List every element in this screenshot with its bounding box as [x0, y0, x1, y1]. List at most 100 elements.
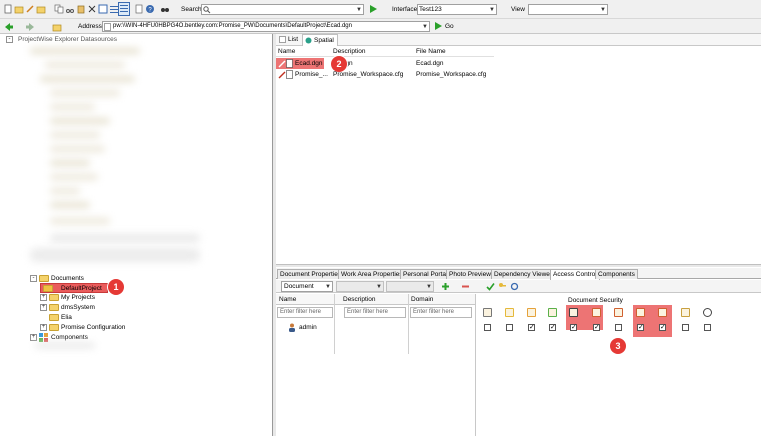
- tree-item-elia[interactable]: Elia: [40, 313, 140, 322]
- go-arrow-icon[interactable]: [433, 21, 443, 31]
- apply-check-icon[interactable]: [486, 282, 495, 291]
- name-filter-input[interactable]: Enter filter here: [277, 307, 333, 318]
- chevron-down-icon[interactable]: ▼: [325, 283, 331, 291]
- up-folder-icon[interactable]: [52, 22, 62, 32]
- permission-checkbox[interactable]: ✓: [659, 324, 666, 331]
- tree-item-dms-system[interactable]: + dmsSystem: [40, 303, 140, 312]
- blurred-tree-item: [40, 76, 135, 82]
- tab-list[interactable]: List: [288, 35, 298, 44]
- paste-icon[interactable]: [76, 4, 86, 14]
- dgn-file-icon: [286, 59, 293, 68]
- permission-checkbox[interactable]: [506, 324, 513, 331]
- no-access-icon: [703, 308, 712, 317]
- copy-icon[interactable]: [54, 4, 64, 14]
- main-toolbar: ? Search ▼ Interface Test123 ▼ View ▼: [0, 0, 761, 19]
- list-view-icon[interactable]: [118, 2, 130, 16]
- back-arrow-icon[interactable]: [4, 22, 14, 32]
- address-input[interactable]: pw:\\WIN-4HFU0HBPG4O.bentley.com:Promise…: [102, 21, 430, 32]
- column-header-description[interactable]: Description: [343, 295, 376, 304]
- permission-checkbox[interactable]: [704, 324, 711, 331]
- tab-document-properties[interactable]: Document Properties: [277, 269, 345, 279]
- view-select[interactable]: ▼: [528, 4, 608, 15]
- chevron-down-icon[interactable]: ▼: [600, 6, 606, 14]
- object-type-select[interactable]: Document ▼: [281, 281, 333, 292]
- search-label: Search: [181, 6, 202, 13]
- search-input[interactable]: ▼: [201, 4, 364, 15]
- components-icon: [39, 333, 48, 342]
- permission-checkbox[interactable]: [615, 324, 622, 331]
- delete-icon[interactable]: [87, 4, 97, 14]
- document-pane: List Spatial Name Description File Name …: [276, 34, 761, 436]
- tree-item-label: Components: [51, 334, 88, 341]
- binoculars-icon[interactable]: [160, 4, 170, 14]
- doc-name: Ecad.dgn: [295, 60, 323, 67]
- key-icon[interactable]: [498, 282, 507, 291]
- tab-work-area-properties[interactable]: Work Area Properties: [338, 269, 406, 279]
- add-user-icon[interactable]: [441, 282, 450, 291]
- description-filter-input[interactable]: Enter filter here: [344, 307, 406, 318]
- help-icon[interactable]: ?: [145, 4, 155, 14]
- collapse-icon[interactable]: -: [6, 36, 13, 43]
- refresh-icon[interactable]: [510, 282, 519, 291]
- column-header-name[interactable]: Name: [278, 47, 295, 57]
- collapse-icon[interactable]: -: [30, 275, 37, 282]
- tab-photo-preview[interactable]: Photo Preview: [446, 269, 494, 279]
- column-header-file-name[interactable]: File Name: [416, 47, 446, 57]
- blurred-tree-item: [50, 132, 100, 138]
- go-button[interactable]: Go: [445, 22, 454, 31]
- expand-icon[interactable]: +: [40, 294, 47, 301]
- folder-icon: [49, 324, 59, 331]
- column-header-domain[interactable]: Domain: [411, 295, 433, 304]
- user-name: admin: [299, 324, 317, 331]
- domain-filter-input[interactable]: Enter filter here: [410, 307, 472, 318]
- tree-item-promise-configuration[interactable]: + Promise Configuration: [40, 323, 150, 332]
- table-row[interactable]: admin: [276, 323, 476, 332]
- table-row[interactable]: Ecad.dgn .dgn Ecad.dgn: [276, 59, 494, 68]
- pane-splitter-horizontal[interactable]: [276, 264, 761, 267]
- remove-user-icon[interactable]: [461, 282, 470, 291]
- properties-icon[interactable]: [98, 4, 108, 14]
- blurred-tree-item: [30, 48, 140, 54]
- tab-personal-portal[interactable]: Personal Portal: [400, 269, 451, 279]
- table-row[interactable]: Promise_... Promise_Workspace.cfg Promis…: [276, 70, 494, 79]
- tab-dependency-viewer[interactable]: Dependency Viewer: [491, 269, 556, 279]
- tab-spatial[interactable]: Spatial: [302, 34, 338, 46]
- chevron-down-icon[interactable]: ▼: [489, 6, 495, 14]
- cut-icon[interactable]: [65, 4, 75, 14]
- document-icon[interactable]: [134, 4, 144, 14]
- interface-select[interactable]: Test123 ▼: [417, 4, 497, 15]
- permission-checkbox[interactable]: [682, 324, 689, 331]
- forward-arrow-icon[interactable]: [25, 22, 35, 32]
- interface-label: Interface: [392, 6, 418, 13]
- folder-icon[interactable]: [36, 4, 46, 14]
- tree-item-label: Promise Configuration: [61, 324, 126, 331]
- tree-item-label: Documents: [51, 275, 84, 282]
- doc-name: Promise_...: [295, 71, 328, 78]
- tree-item-my-projects[interactable]: + My Projects: [40, 293, 140, 302]
- chevron-down-icon[interactable]: ▼: [356, 6, 362, 14]
- column-header-name[interactable]: Name: [279, 295, 296, 304]
- permission-checkbox[interactable]: ✓: [637, 324, 644, 331]
- open-folder-icon[interactable]: [14, 4, 24, 14]
- expand-icon[interactable]: +: [40, 304, 47, 311]
- permission-checkbox[interactable]: ✓: [528, 324, 535, 331]
- tree-item-label: My Projects: [61, 294, 95, 301]
- tab-access-control[interactable]: Access Control: [550, 269, 600, 280]
- permission-checkbox[interactable]: ✓: [549, 324, 556, 331]
- permission-checkbox[interactable]: ✓: [593, 324, 600, 331]
- tab-components[interactable]: Components: [595, 269, 638, 279]
- chevron-down-icon[interactable]: ▼: [422, 23, 428, 31]
- tree-item-components[interactable]: + Components: [30, 333, 130, 342]
- expand-icon[interactable]: +: [40, 324, 47, 331]
- folder-icon: [49, 304, 59, 311]
- permission-checkbox[interactable]: ✓: [570, 324, 577, 331]
- new-document-icon[interactable]: [3, 4, 13, 14]
- delete-icon: [569, 308, 578, 317]
- search-icon: [203, 6, 211, 14]
- tree-item-default-project[interactable]: DefaultProject: [40, 283, 108, 293]
- permission-checkbox[interactable]: [484, 324, 491, 331]
- run-search-icon[interactable]: [368, 4, 378, 14]
- pencil-icon[interactable]: [25, 4, 35, 14]
- document-icon: [104, 23, 111, 31]
- expand-icon[interactable]: +: [30, 334, 37, 341]
